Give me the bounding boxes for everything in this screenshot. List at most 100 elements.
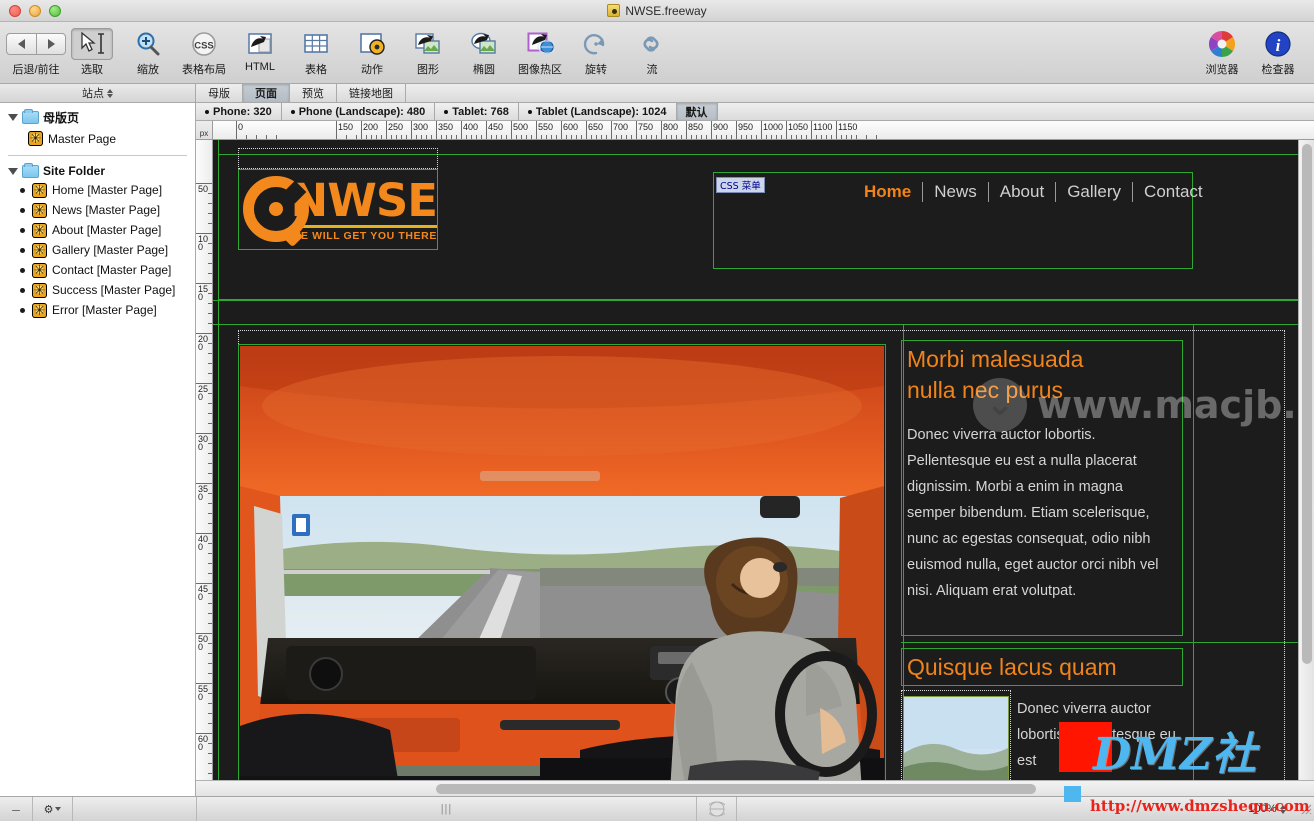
horizontal-ruler[interactable]: 0 150 200 250 300 350 400 450 500 550 600 650 700 750… [213, 121, 1314, 140]
tool-image-map[interactable]: 图像热区 [512, 26, 568, 77]
logo-slot-box[interactable] [238, 148, 438, 169]
tool-inspector[interactable]: i 检查器 [1250, 26, 1306, 77]
ruler-minor-tick [208, 343, 212, 344]
ruler-minor-tick [208, 573, 212, 574]
sidebar-item-news[interactable]: News [Master Page] [0, 200, 195, 220]
nav-item-news[interactable]: News [923, 182, 988, 202]
vertical-scroll-thumb[interactable] [1302, 144, 1312, 664]
canvas-horizontal-scrollbar[interactable] [196, 780, 1314, 796]
ruler-minor-tick [606, 135, 607, 139]
toolbar-nav-group[interactable]: 后退/前往 [6, 26, 66, 77]
toolbar-nav-label: 后退/前往 [12, 64, 60, 76]
ruler-minor-tick [208, 703, 212, 704]
tool-actions[interactable]: 动作 [344, 26, 400, 77]
breakpoint-phone-landscape[interactable]: Phone (Landscape): 480 [281, 103, 436, 120]
stepper-icon[interactable] [1279, 804, 1286, 814]
tab-link-map[interactable]: 链接地图 [337, 84, 406, 102]
ruler-minor-tick [208, 673, 212, 674]
tool-browser-preview[interactable]: 浏览器 [1194, 26, 1250, 77]
ruler-minor-tick [841, 135, 842, 139]
tool-html[interactable]: HTML [232, 26, 288, 73]
tool-select[interactable]: 选取 [64, 26, 120, 77]
van-interior-driver-photo[interactable] [240, 346, 884, 780]
ruler-minor-tick [866, 135, 867, 139]
ruler-minor-tick [596, 135, 597, 139]
tool-flow[interactable]: 流 [624, 26, 680, 77]
tool-css-layout-label: 表格布局 [182, 64, 226, 76]
status-gear-button[interactable]: ⚙ [33, 797, 73, 821]
nav-item-home[interactable]: Home [853, 182, 922, 202]
nwse-logo[interactable]: NWSE WE WILL GET YOU THERE [241, 173, 438, 248]
status-resizer-pane[interactable]: ||| [197, 797, 697, 821]
status-globe-button[interactable] [697, 797, 737, 821]
tree-group-site-folder[interactable]: Site Folder [0, 162, 195, 180]
tool-rotate[interactable]: 旋转 [568, 26, 624, 77]
ruler-minor-tick [356, 135, 357, 139]
forward-button[interactable] [36, 33, 66, 55]
ruler-label: 1150 [838, 122, 858, 132]
ruler-minor-tick [626, 135, 627, 139]
breakpoint-default[interactable]: 默认 [676, 103, 718, 120]
ruler-minor-tick [456, 135, 457, 139]
ruler-minor-tick [208, 613, 212, 614]
tree-item-master-page[interactable]: Master Page [0, 128, 195, 149]
site-popup[interactable]: 站点 [0, 84, 196, 102]
ruler-minor-tick [771, 135, 772, 139]
zoom-level-control[interactable]: 100% [1236, 797, 1298, 821]
site-navigation[interactable]: Home News About Gallery Contact [853, 182, 1214, 202]
tab-preview[interactable]: 预览 [290, 84, 337, 102]
disclosure-triangle-icon[interactable] [8, 167, 18, 175]
ruler-minor-tick [791, 135, 792, 139]
css-menu-badge[interactable]: CSS 菜单 [716, 177, 765, 193]
ruler-label: 700 [613, 122, 629, 132]
ruler-minor-tick [208, 373, 212, 374]
tab-master[interactable]: 母版 [196, 84, 243, 102]
tool-ellipse[interactable]: 椭圆 [456, 26, 512, 77]
tab-link-map-label: 链接地图 [349, 88, 393, 100]
ruler-minor-tick [696, 135, 697, 139]
tree-group-master-pages[interactable]: 母版页 [0, 107, 195, 128]
canvas-vertical-scrollbar[interactable] [1298, 140, 1314, 780]
sidebar-item-contact[interactable]: Contact [Master Page] [0, 260, 195, 280]
ruler-minor-tick [208, 443, 212, 444]
header-bottom-guide [213, 300, 1298, 301]
tool-css-layout[interactable]: CSS 表格布局 [176, 26, 232, 77]
back-button[interactable] [6, 33, 36, 55]
tab-page[interactable]: 页面 [243, 84, 290, 102]
ruler-label: 950 [738, 122, 754, 132]
view-tabs[interactable]: 母版 页面 预览 链接地图 [196, 84, 406, 102]
disclosure-triangle-icon[interactable] [8, 114, 18, 121]
breakpoint-phone[interactable]: Phone: 320 [196, 103, 282, 120]
tool-table[interactable]: 表格 [288, 26, 344, 77]
sidebar-item-error[interactable]: Error [Master Page] [0, 300, 195, 320]
tool-graphic[interactable]: 图形 [400, 26, 456, 77]
tree-group-site-label: Site Folder [43, 164, 106, 178]
design-canvas[interactable]: NWSE WE WILL GET YOU THERE CSS 菜单 Home N… [213, 140, 1298, 780]
breakpoint-tablet[interactable]: Tablet: 768 [435, 103, 519, 120]
ruler-minor-tick [446, 135, 447, 139]
sidebar-item-about[interactable]: About [Master Page] [0, 220, 195, 240]
document-title-text: NWSE.freeway [625, 3, 707, 18]
ruler-minor-tick [746, 135, 747, 139]
section-one-body[interactable]: Donec viverra auctor lobortis. Pellentes… [907, 422, 1169, 604]
vertical-ruler[interactable]: 5010015020025030035040045050055060065 [196, 140, 213, 780]
sidebar-item-gallery[interactable]: Gallery [Master Page] [0, 240, 195, 260]
sidebar-item-success[interactable]: Success [Master Page] [0, 280, 195, 300]
tool-zoom[interactable]: 缩放 [120, 26, 176, 77]
nav-item-about[interactable]: About [989, 182, 1055, 202]
section-two-heading[interactable]: Quisque lacus quam [907, 652, 1175, 683]
ruler-minor-tick [521, 135, 522, 139]
breakpoint-tablet-landscape[interactable]: Tablet (Landscape): 1024 [518, 103, 677, 120]
site-tree[interactable]: 母版页 Master Page Site Folder Home [Master… [0, 103, 195, 796]
chevron-updown-icon [107, 88, 113, 98]
horizontal-scroll-thumb[interactable] [436, 784, 1036, 794]
page-document[interactable]: NWSE WE WILL GET YOU THERE CSS 菜单 Home N… [213, 140, 1298, 780]
window-resize-grip[interactable] [1298, 797, 1314, 821]
status-minus-button[interactable]: – [0, 797, 33, 821]
sidebar-item-home[interactable]: Home [Master Page] [0, 180, 195, 200]
nav-item-gallery[interactable]: Gallery [1056, 182, 1132, 202]
section-one-heading[interactable]: Morbi malesuada nulla nec purus [907, 344, 1137, 406]
ruler-unit-label[interactable]: px [196, 121, 213, 140]
nav-item-contact[interactable]: Contact [1133, 182, 1214, 202]
landscape-hills-photo[interactable] [903, 696, 1009, 780]
